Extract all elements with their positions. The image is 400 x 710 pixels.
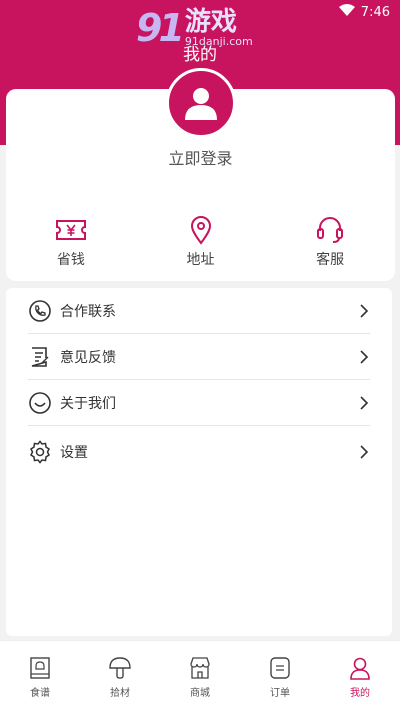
login-link[interactable]: 立即登录 — [6, 145, 395, 169]
tab-recipes[interactable]: 食谱 — [0, 641, 80, 710]
profile-card: 立即登录 省钱 地址 客服 — [6, 68, 395, 281]
menu-item-feedback[interactable]: 意见反馈 — [28, 334, 370, 380]
quick-action-label: 省钱 — [56, 252, 85, 268]
quick-action-customer-service[interactable]: 客服 — [265, 215, 395, 269]
menu-item-label: 意见反馈 — [60, 349, 116, 366]
store-icon — [188, 655, 212, 681]
status-time: 7:46 — [360, 4, 390, 20]
gear-icon — [28, 440, 52, 464]
feedback-note-icon — [28, 345, 52, 369]
recipe-book-icon — [29, 655, 51, 681]
phone-icon — [28, 299, 52, 323]
menu-item-label: 合作联系 — [60, 303, 116, 320]
chevron-right-icon — [360, 349, 369, 364]
tab-label: 订单 — [270, 688, 290, 699]
wifi-icon — [338, 4, 355, 20]
bottom-tab-bar: 食谱 拾材 商城 订单 我的 — [0, 640, 400, 710]
page-title: 我的 — [183, 45, 217, 65]
tab-mall[interactable]: 商城 — [160, 641, 240, 710]
menu-item-cooperation[interactable]: 合作联系 — [28, 288, 370, 334]
menu-item-label: 关于我们 — [60, 395, 116, 412]
tab-ingredients[interactable]: 拾材 — [80, 641, 160, 710]
quick-action-address[interactable]: 地址 — [136, 215, 266, 269]
location-pin-icon — [189, 215, 213, 245]
tab-label: 我的 — [350, 688, 370, 699]
chevron-right-icon — [360, 445, 369, 459]
chevron-right-icon — [360, 303, 369, 318]
tab-orders[interactable]: 订单 — [240, 641, 320, 710]
tab-label: 食谱 — [30, 688, 50, 699]
watermark-name: 游戏 — [184, 7, 237, 37]
quick-actions: 省钱 地址 客服 — [6, 215, 395, 269]
coupon-yen-icon — [55, 215, 87, 245]
user-icon — [349, 655, 371, 681]
chevron-right-icon — [360, 395, 369, 410]
avatar[interactable] — [166, 68, 236, 138]
smile-icon — [28, 391, 52, 415]
headset-icon — [315, 215, 345, 245]
tab-mine[interactable]: 我的 — [320, 641, 400, 710]
menu-item-about[interactable]: 关于我们 — [28, 380, 370, 426]
menu-item-settings[interactable]: 设置 — [28, 426, 370, 478]
quick-action-save-money[interactable]: 省钱 — [6, 215, 136, 269]
order-icon — [269, 655, 291, 681]
mushroom-icon — [108, 655, 132, 681]
user-icon — [185, 88, 217, 120]
quick-action-label: 客服 — [316, 252, 345, 268]
quick-action-label: 地址 — [186, 252, 215, 268]
menu-item-label: 设置 — [60, 445, 88, 461]
tab-label: 拾材 — [110, 688, 130, 699]
menu-card: 合作联系 意见反馈 关于我们 设置 — [6, 288, 392, 636]
tab-label: 商城 — [190, 688, 210, 699]
